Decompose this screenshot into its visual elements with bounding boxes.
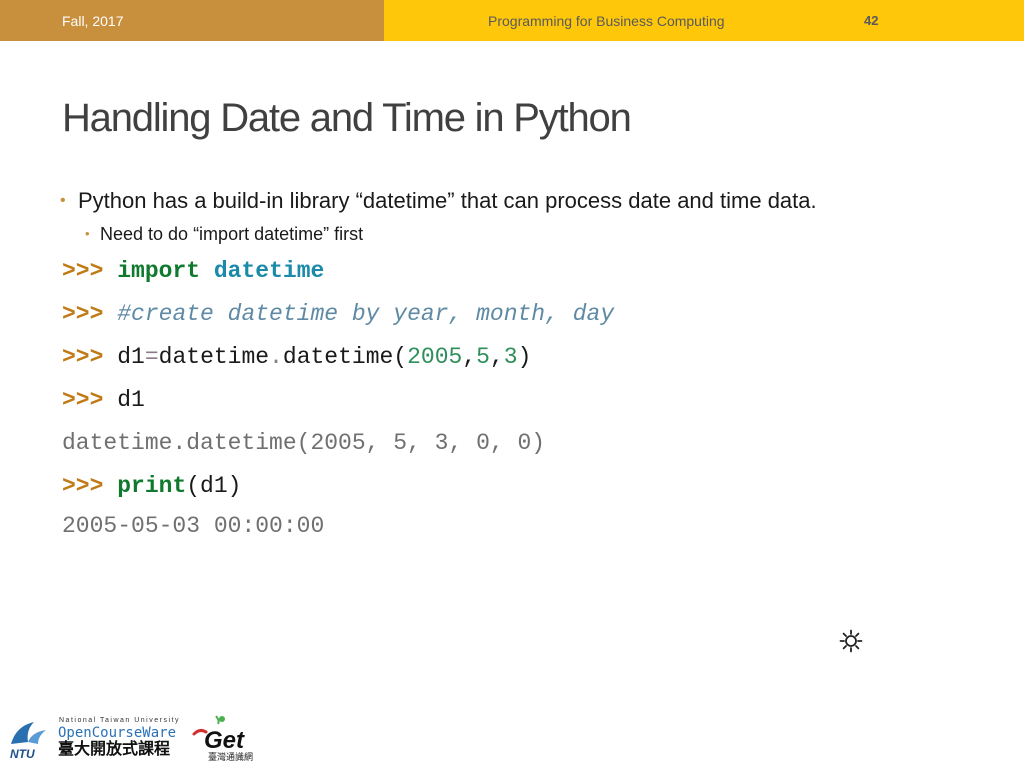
code-comment: #create datetime by year, month, day: [117, 301, 615, 327]
ocw-title: OpenCourseWare: [58, 725, 177, 741]
code-line-import: >>> import datetime: [62, 257, 324, 285]
code-prompt: >>>: [62, 387, 104, 413]
slide-title: Handling Date and Time in Python: [62, 96, 632, 140]
code-expr: d1: [117, 387, 145, 413]
bullet-dot-icon: •: [85, 226, 90, 241]
code-month: 5: [476, 344, 490, 370]
code-day: 3: [503, 344, 518, 370]
code-line-expr: >>> d1: [62, 386, 145, 414]
header-left-bar: Fall, 2017: [0, 0, 384, 41]
bullet-dot-icon: •: [60, 192, 66, 209]
ntu-logo-text: NTU: [10, 747, 35, 760]
code-prompt: >>>: [62, 473, 104, 499]
code-line-comment: >>> #create datetime by year, month, day: [62, 300, 614, 328]
code-call: datetime(: [282, 344, 408, 370]
code-dot: .: [269, 344, 283, 370]
bullet-text-1: Python has a build-in library “datetime”…: [78, 188, 817, 213]
header-course-title: Programming for Business Computing: [488, 13, 725, 29]
bullet-item-1: • Python has a build-in library “datetim…: [60, 188, 817, 214]
code-line-print: >>> print(d1): [62, 472, 241, 500]
code-output-print: 2005-05-03 00:00:00: [62, 513, 325, 539]
code-prompt: >>>: [62, 344, 104, 370]
get-chinese-text: 臺灣通識網: [208, 751, 253, 763]
code-var: d1: [117, 344, 145, 370]
code-module-name: datetime: [213, 258, 325, 284]
bullet-text-2: Need to do “import datetime” first: [100, 224, 364, 244]
code-obj: datetime: [158, 344, 270, 370]
footer-logos: NTU National Taiwan University OpenCours…: [8, 712, 258, 764]
get-logo-text: Get: [204, 727, 245, 754]
code-year: 2005: [407, 344, 463, 370]
ocw-chinese-title: 臺大開放式課程: [58, 741, 171, 758]
code-close-paren: ): [517, 344, 532, 370]
bullet-item-2: • Need to do “import datetime” first: [85, 223, 364, 245]
header-term: Fall, 2017: [62, 13, 124, 29]
page-number: 42: [864, 13, 879, 28]
code-print-args: (d1): [186, 473, 242, 499]
header-right-bar: Programming for Business Computing 42: [384, 0, 1024, 41]
ntu-logo-icon: NTU: [10, 722, 46, 760]
code-comma: ,: [489, 344, 504, 370]
code-keyword-import: import: [117, 258, 201, 284]
sun-icon: [839, 629, 863, 653]
code-comma: ,: [462, 344, 477, 370]
get-logo-icon: Get 臺灣通識網: [192, 715, 253, 763]
code-prompt: >>>: [62, 258, 104, 284]
code-prompt: >>>: [62, 301, 104, 327]
university-name: National Taiwan University: [59, 717, 180, 724]
code-print-func: print: [117, 473, 187, 499]
code-eq: =: [144, 344, 159, 370]
code-output-repr: datetime.datetime(2005, 5, 3, 0, 0): [62, 430, 546, 456]
code-line-assign: >>> d1=datetime.datetime(2005,5,3): [62, 343, 531, 371]
